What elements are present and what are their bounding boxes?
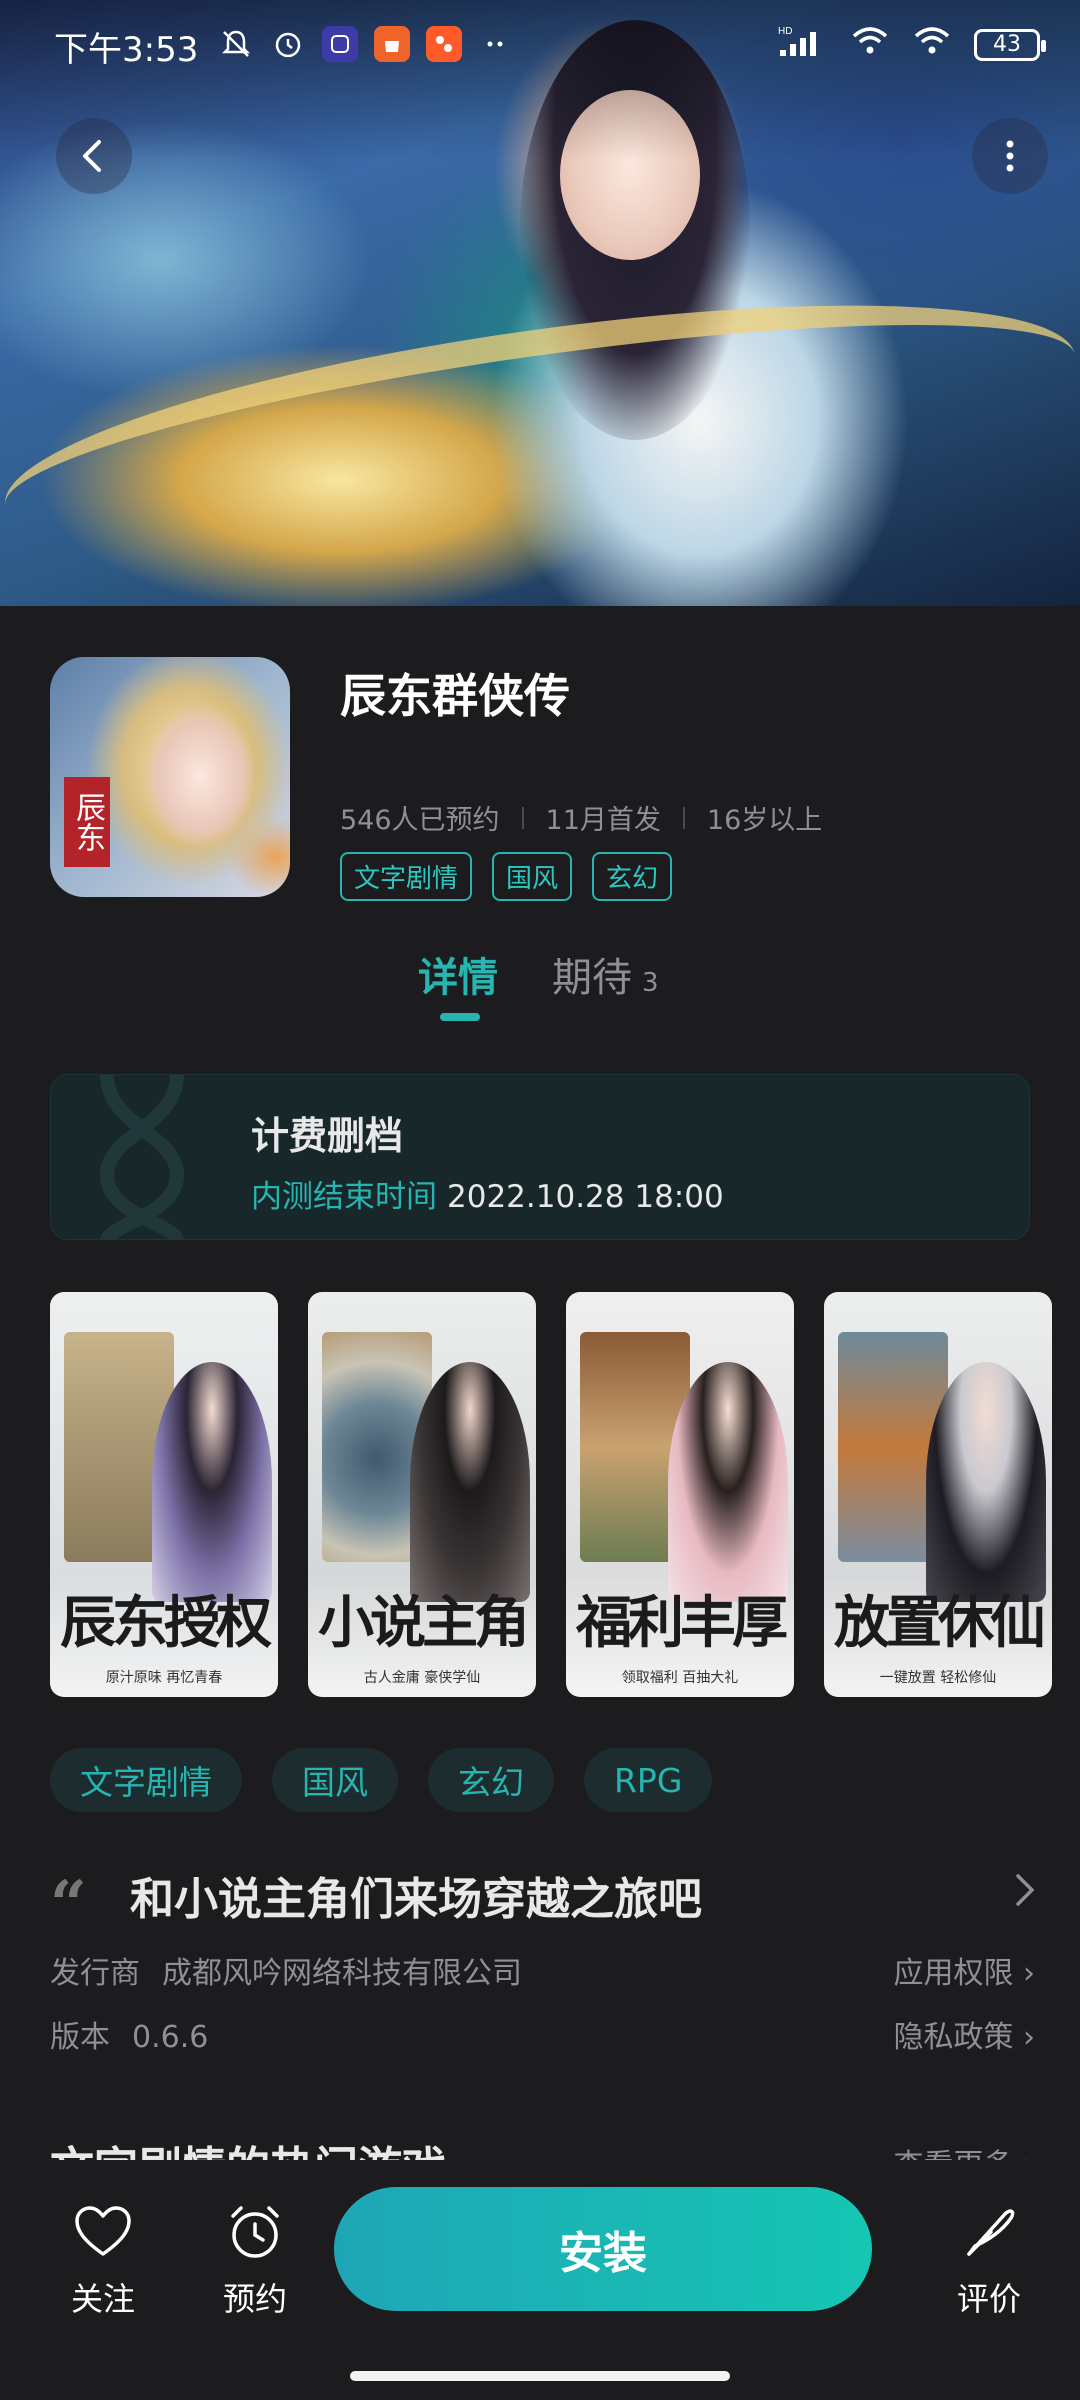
svg-text:HD: HD — [778, 26, 792, 37]
app-icon-seal: 辰东 — [64, 777, 110, 867]
install-button[interactable]: 安装 — [334, 2187, 872, 2311]
screenshot[interactable]: 辰东授权 原汁原味 再忆青春 — [50, 1292, 278, 1697]
related-games-title: 文字剧情的热门游戏 — [50, 2132, 446, 2162]
release-date: 11月首发 — [545, 805, 661, 836]
genre-chip[interactable]: 玄幻 — [428, 1748, 554, 1812]
screenshot-caption: 福利丰厚 — [576, 1590, 788, 1656]
hero-character-face — [560, 90, 700, 260]
back-arrow-icon — [83, 140, 101, 172]
video-notification-icon — [426, 26, 462, 62]
screenshot-subtitle: 一键放置 轻松修仙 — [879, 1670, 997, 1686]
screenshot-caption: 辰东授权 — [60, 1590, 272, 1656]
status-notification-icons — [218, 26, 514, 62]
status-bar: 下午3:53 HD 43 — [0, 0, 1080, 90]
reserve-button[interactable]: 预约 — [200, 2200, 310, 2320]
screenshot-caption: 小说主角 — [318, 1590, 530, 1656]
review-label: 评价 — [956, 2280, 1021, 2318]
publisher-label: 发行商 — [50, 1956, 140, 1991]
version-row: 版本 0.6.6 隐私政策 › — [50, 2012, 1035, 2056]
status-system-icons: HD 43 — [778, 24, 1046, 65]
screenshot[interactable]: 福利丰厚 领取福利 百抽大礼 — [566, 1292, 794, 1697]
chevron-right-icon — [1010, 1868, 1040, 1923]
publisher-name: 成都风吟网络科技有限公司 — [162, 1956, 522, 1991]
dna-icon — [99, 1075, 185, 1239]
tab-expect-count: 3 — [642, 968, 659, 998]
more-options-button[interactable] — [972, 118, 1048, 194]
review-button[interactable]: 评价 — [934, 2200, 1044, 2320]
app-tag[interactable]: 玄幻 — [592, 852, 673, 901]
heart-icon — [48, 2200, 158, 2264]
meta-divider — [682, 806, 685, 829]
screenshot-subtitle: 古人金庸 豪侠学仙 — [363, 1670, 481, 1686]
wifi-icon — [850, 24, 890, 65]
version-value: 0.6.6 — [132, 2020, 209, 2055]
related-games-header: 文字剧情的热门游戏 查看更多 › — [50, 2132, 1035, 2162]
slogan-text: 和小说主角们来场穿越之旅吧 — [130, 1874, 702, 1925]
app-meta: 546人已预约 11月首发 16岁以上 — [340, 798, 822, 837]
tab-expect-label: 期待 — [552, 955, 632, 1001]
genre-chip[interactable]: RPG — [584, 1748, 713, 1812]
detail-tabs: 详情 期待 3 — [0, 945, 1080, 1025]
wifi-icon-secondary — [912, 24, 952, 65]
tab-detail[interactable]: 详情 — [418, 945, 498, 1003]
screenshot-subtitle: 领取福利 百抽大礼 — [621, 1670, 739, 1686]
tab-indicator — [440, 1013, 480, 1021]
publisher-row: 发行商 成都风吟网络科技有限公司 应用权限 › — [50, 1948, 1035, 1992]
genre-chip[interactable]: 国风 — [272, 1748, 398, 1812]
screenshot[interactable]: 放置休仙 一键放置 轻松修仙 — [824, 1292, 1052, 1697]
app-notification-icon — [322, 26, 358, 62]
app-tag[interactable]: 文字剧情 — [340, 852, 473, 901]
signal-icon: HD — [778, 24, 828, 65]
mute-icon — [218, 26, 254, 62]
app-icon: 辰东 — [50, 657, 290, 897]
notice-label: 内测结束时间 — [251, 1179, 437, 1215]
follow-button[interactable]: 关注 — [48, 2200, 158, 2320]
more-notifications-icon — [478, 26, 514, 62]
screenshot-caption: 放置休仙 — [834, 1590, 1046, 1656]
meta-divider — [521, 806, 524, 829]
follow-label: 关注 — [70, 2280, 135, 2318]
screenshot[interactable]: 小说主角 古人金庸 豪侠学仙 — [308, 1292, 536, 1697]
age-rating: 16岁以上 — [706, 805, 823, 836]
more-vertical-icon — [1006, 140, 1014, 172]
app-title: 辰东群侠传 — [340, 669, 570, 723]
app-tag[interactable]: 国风 — [492, 852, 573, 901]
home-indicator[interactable] — [350, 2371, 730, 2381]
screenshot-subtitle: 原汁原味 再忆青春 — [105, 1670, 223, 1686]
hero-banner — [0, 0, 1080, 606]
screenshot-character — [926, 1362, 1046, 1602]
screenshot-character — [152, 1362, 272, 1602]
screenshot-carousel[interactable]: 辰东授权 原汁原味 再忆青春 小说主角 古人金庸 豪侠学仙 福利丰厚 领取福利 … — [50, 1292, 1080, 1697]
reserve-label: 预约 — [222, 2280, 287, 2318]
shop-notification-icon — [374, 26, 410, 62]
notice-title: 计费删档 — [251, 1114, 404, 1158]
tab-expect[interactable]: 期待 3 — [552, 945, 659, 1003]
screenshot-character — [668, 1362, 788, 1602]
app-permissions-link[interactable]: 应用权限 › — [893, 1948, 1035, 1992]
notice-subtitle: 内测结束时间 2022.10.28 18:00 — [251, 1171, 724, 1216]
quote-icon: “ — [50, 1867, 87, 1942]
notice-date: 2022.10.28 18:00 — [447, 1179, 724, 1215]
back-button[interactable] — [56, 118, 132, 194]
bottom-action-bar: 关注 预约 安装 评价 — [0, 2160, 1080, 2400]
genre-chips: 文字剧情 国风 玄幻 RPG — [50, 1748, 713, 1812]
alarm-clock-icon — [200, 2200, 310, 2264]
reservation-count: 546人已预约 — [340, 805, 500, 836]
privacy-policy-link[interactable]: 隐私政策 › — [893, 2012, 1035, 2056]
genre-chip[interactable]: 文字剧情 — [50, 1748, 242, 1812]
test-notice-card: 计费删档 内测结束时间 2022.10.28 18:00 — [50, 1074, 1030, 1240]
app-tags: 文字剧情 国风 玄幻 — [340, 852, 673, 901]
battery-indicator: 43 — [974, 28, 1046, 61]
battery-level: 43 — [993, 32, 1021, 57]
alarm-icon — [270, 26, 306, 62]
view-more-link[interactable]: 查看更多 › — [893, 2140, 1035, 2162]
feather-pen-icon — [934, 2200, 1044, 2264]
status-time: 下午3:53 — [54, 30, 199, 70]
screenshot-character — [410, 1362, 530, 1602]
version-label: 版本 — [50, 2020, 110, 2055]
slogan-row[interactable]: “ 和小说主角们来场穿越之旅吧 — [50, 1860, 1040, 1942]
